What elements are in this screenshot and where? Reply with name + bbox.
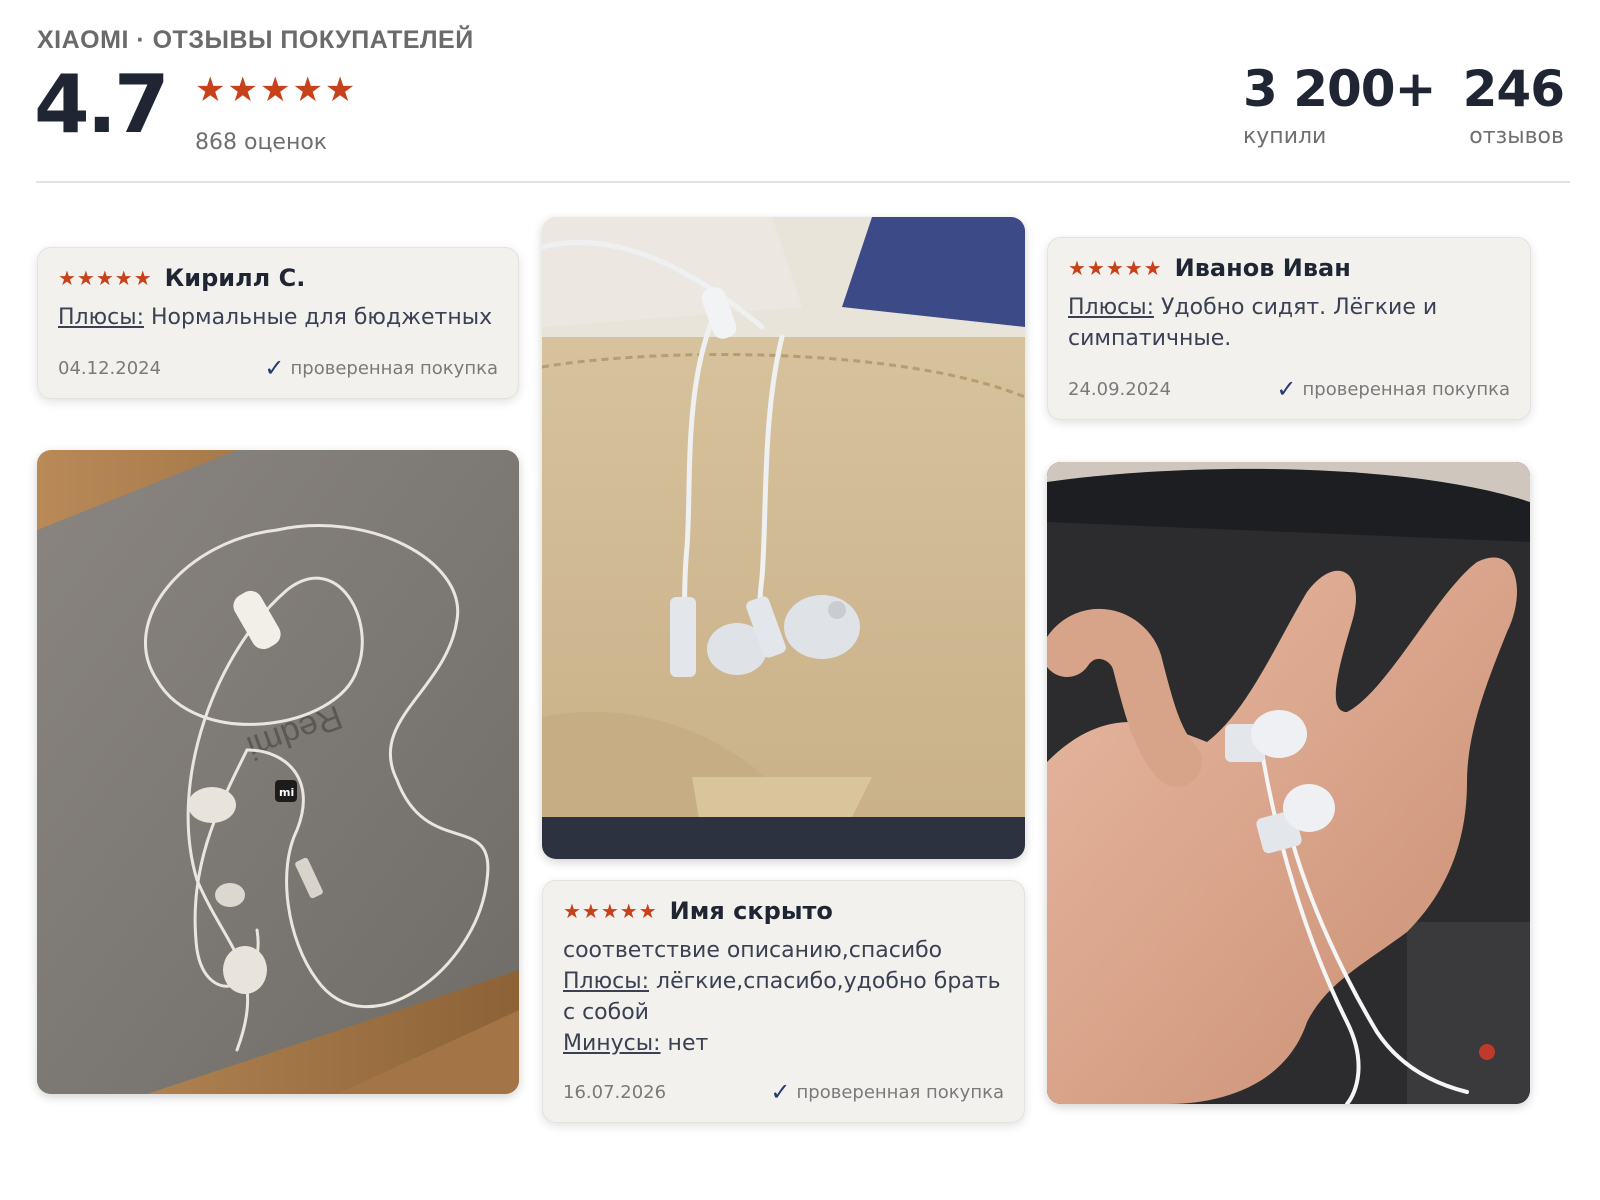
pros-label: Плюсы: (1068, 295, 1155, 320)
review-cons: Минусы: нет (563, 1028, 1004, 1059)
review-pros: Плюсы: Удобно сидят. Лёгкие и симпатичны… (1068, 292, 1510, 354)
earphones-photo-image: Redmi mi (37, 450, 519, 1094)
review-photo-bag[interactable] (542, 217, 1025, 859)
review-card[interactable]: ★★★★★ Имя скрыто соответствие описанию,с… (542, 880, 1025, 1123)
check-icon: ✓ (770, 1078, 791, 1106)
average-rating: 4.7 (34, 58, 170, 151)
rating-stars-icon: ★★★★★ (195, 70, 358, 110)
verified-label: проверенная покупка (290, 357, 498, 379)
verified-badge: ✓ проверенная покупка (264, 354, 498, 382)
verified-badge: ✓ проверенная покупка (1276, 375, 1510, 403)
bought-label: купили (1243, 124, 1327, 149)
mi-logo: mi (279, 786, 294, 799)
pros-label: Плюсы: (563, 969, 650, 994)
review-author: Имя скрыто (669, 897, 833, 925)
cons-text: нет (660, 1031, 709, 1056)
review-pros: Плюсы: лёгкие,спасибо,удобно брать с соб… (563, 966, 1004, 1028)
brand-title: XIAOMI · ОТЗЫВЫ ПОКУПАТЕЛЕЙ (37, 26, 474, 54)
review-photo-hand[interactable] (1047, 462, 1530, 1104)
review-stars-icon: ★★★★★ (58, 266, 153, 290)
review-card[interactable]: ★★★★★ Кирилл С. Плюсы: Нормальные для бю… (37, 247, 519, 399)
review-author: Иванов Иван (1174, 254, 1351, 282)
pros-text: Нормальные для бюджетных (144, 305, 493, 330)
earphones-on-bag-image (542, 217, 1025, 859)
review-date: 16.07.2026 (563, 1081, 667, 1103)
bought-stat: 3 200+ купили (1243, 60, 1436, 149)
review-stars-icon: ★★★★★ (563, 899, 658, 923)
pros-label: Плюсы: (58, 305, 145, 330)
review-pros: Плюсы: Нормальные для бюджетных (58, 302, 498, 333)
verified-badge: ✓ проверенная покупка (770, 1078, 1004, 1106)
header-divider (36, 181, 1570, 183)
review-date: 04.12.2024 (58, 357, 162, 379)
review-date: 24.09.2024 (1068, 378, 1172, 400)
review-card[interactable]: ★★★★★ Иванов Иван Плюсы: Удобно сидят. Л… (1047, 237, 1531, 420)
reviews-stat: 246 отзывов (1462, 60, 1565, 149)
review-comment: соответствие описанию,спасибо (563, 938, 943, 963)
review-author: Кирилл С. (164, 264, 306, 292)
check-icon: ✓ (264, 354, 285, 382)
check-icon: ✓ (1276, 375, 1297, 403)
cons-label: Минусы: (563, 1031, 661, 1056)
reviews-value: 246 (1462, 60, 1565, 118)
verified-label: проверенная покупка (1302, 378, 1510, 400)
reviews-label: отзывов (1469, 124, 1564, 149)
review-stars-icon: ★★★★★ (1068, 256, 1163, 280)
earphones-in-hand-image (1047, 462, 1530, 1104)
ratings-count: 868 оценок (195, 130, 328, 155)
verified-label: проверенная покупка (796, 1081, 1004, 1103)
review-photo-laptop[interactable]: Redmi mi (37, 450, 519, 1094)
bought-value: 3 200+ (1243, 60, 1436, 118)
